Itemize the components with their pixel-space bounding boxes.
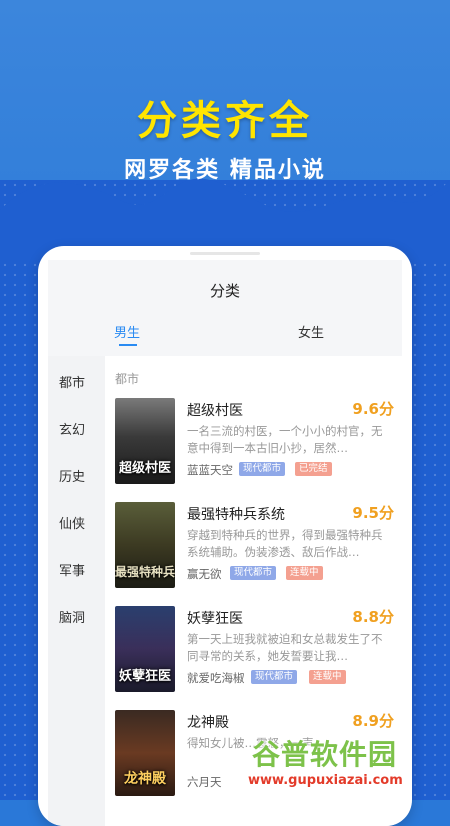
active-tab-indicator — [119, 344, 137, 346]
promo-headline: 分类齐全 — [137, 98, 313, 144]
book-title: 最强特种兵系统 — [187, 507, 285, 523]
book-item[interactable]: 妖孽狂医 妖孽狂医 8.8分 第一天上班我就被迫和女总裁发生了不同寻常的关系，她… — [105, 606, 402, 706]
book-tag-genre: 现代都市 — [230, 566, 277, 580]
book-cover[interactable]: 最强特种兵 — [115, 502, 175, 588]
cover-title: 超级村医 — [118, 461, 171, 476]
sidebar-item-lishi[interactable]: 历史 — [59, 466, 85, 485]
tab-female[interactable]: 女生 — [298, 322, 324, 341]
watermark-logo: 谷普软件园 www.gupuxiazai.com — [248, 733, 448, 797]
book-score: 8.8分 — [352, 608, 394, 626]
book-title: 妖孽狂医 — [187, 611, 243, 627]
book-title: 超级村医 — [187, 403, 243, 419]
book-item[interactable]: 最强特种兵 最强特种兵系统 9.5分 穿越到特种兵的世界，得到最强特种兵系统辅助… — [105, 502, 402, 602]
book-tag-genre: 现代都市 — [251, 670, 298, 684]
book-cover[interactable]: 妖孽狂医 — [115, 606, 175, 692]
book-tag-status: 连载中 — [286, 566, 323, 580]
sidebar-item-junshi[interactable]: 军事 — [59, 560, 85, 579]
promo-subline: 网罗各类 精品小说 — [124, 158, 326, 183]
book-author: 蓝蓝天空 — [187, 463, 233, 477]
book-cover[interactable]: 龙神殿 — [115, 710, 175, 796]
watermark-title: 谷普软件园 — [252, 738, 398, 771]
watermark-url: www.gupuxiazai.com — [248, 773, 403, 788]
book-score: 9.5分 — [352, 504, 394, 522]
book-tag-genre: 现代都市 — [239, 462, 286, 476]
book-description: 穿越到特种兵的世界，得到最强特种兵系统辅助。伪装渗透、敌后作战… — [187, 528, 383, 559]
cover-title: 最强特种兵 — [115, 565, 175, 579]
book-title: 龙神殿 — [187, 715, 229, 731]
cover-title: 妖孽狂医 — [118, 669, 171, 684]
book-score: 8.9分 — [352, 712, 394, 730]
section-label: 都市 — [115, 372, 140, 386]
book-author: 六月天 — [187, 775, 222, 789]
book-author: 就爱吃海椒 — [187, 671, 245, 685]
sidebar-item-xuanhuan[interactable]: 玄幻 — [59, 419, 85, 438]
book-item[interactable]: 超级村医 超级村医 9.6分 一名三流的村医，一个小小的村官，无意中得到一本古旧… — [105, 398, 402, 498]
tab-male[interactable]: 男生 — [114, 322, 140, 341]
sidebar-item-xianxia[interactable]: 仙侠 — [59, 513, 85, 532]
sidebar-item-dushi[interactable]: 都市 — [59, 372, 85, 391]
book-tag-status: 已完结 — [295, 462, 332, 476]
page-title: 分类 — [209, 282, 240, 300]
book-description: 第一天上班我就被迫和女总裁发生了不同寻常的关系，她发誓要让我… — [187, 632, 383, 663]
book-score: 9.6分 — [352, 400, 394, 418]
book-cover[interactable]: 超级村医 — [115, 398, 175, 484]
phone-speaker — [190, 252, 260, 255]
cover-title: 龙神殿 — [124, 771, 166, 787]
book-tag-status: 连载中 — [309, 670, 346, 684]
book-description: 一名三流的村医，一个小小的村官，无意中得到一本古旧小抄，居然… — [187, 424, 383, 455]
book-author: 赢无欲 — [187, 567, 222, 581]
sidebar-item-naodong[interactable]: 脑洞 — [59, 607, 85, 626]
category-sidebar: 都市 玄幻 历史 仙侠 军事 脑洞 — [48, 356, 105, 826]
